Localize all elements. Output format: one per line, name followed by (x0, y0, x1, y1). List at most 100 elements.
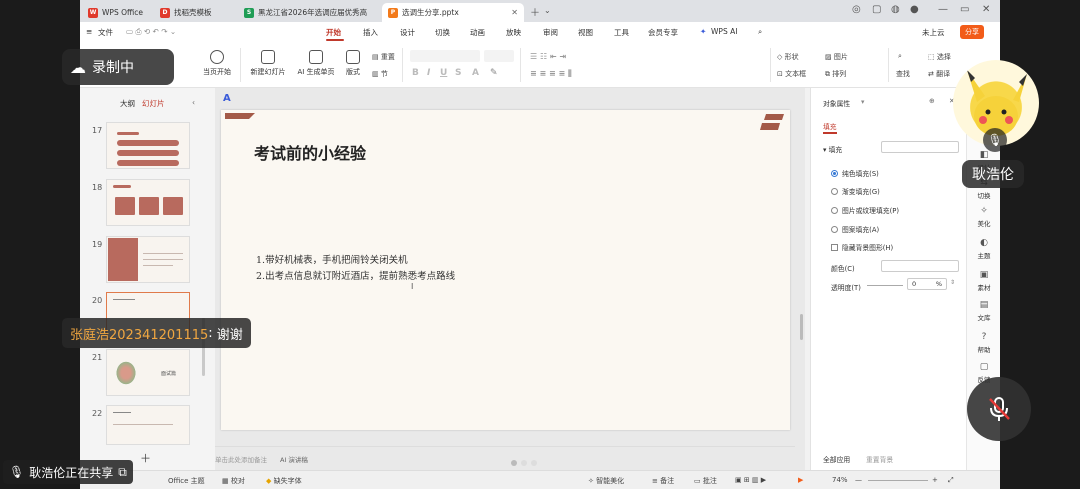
editor-scrollbar[interactable] (800, 314, 803, 340)
play-slideshow-icon[interactable]: ▶ (798, 476, 803, 484)
picture-button[interactable]: ▨ 图片 (825, 52, 848, 62)
add-slide-icon[interactable]: ＋ (140, 450, 151, 466)
theme-status[interactable]: Office 主题 (168, 476, 205, 486)
apply-all-button[interactable]: 全部应用 (823, 454, 850, 464)
zoom-out-icon[interactable]: — (855, 476, 862, 484)
zoom-level[interactable]: 74% (832, 476, 848, 484)
align-icons[interactable]: ≡ ≡ ≡ ≡ ⫼ (530, 69, 572, 79)
zoom-slider[interactable] (868, 480, 928, 481)
clock-icon[interactable]: ◎ (852, 4, 861, 15)
menu-animation[interactable]: 动画 (470, 27, 485, 38)
menu-wps-ai[interactable]: WPS AI (711, 27, 737, 36)
search-ribbon-icon[interactable]: ⌕ (898, 52, 902, 61)
font-size-dropdown[interactable] (484, 50, 514, 62)
missing-font-button[interactable]: ◆ 缺失字体 (266, 476, 302, 486)
highlight-icon[interactable]: ✎ (490, 68, 498, 78)
user-avatar-icon[interactable]: ● (910, 4, 919, 15)
ai-notes-button[interactable]: AI 演讲稿 (280, 454, 308, 464)
option-solid-fill[interactable]: 纯色填充(S) (831, 168, 879, 178)
select-button[interactable]: ⬚ 选择 (928, 52, 951, 62)
notes-toggle-button[interactable]: ≡ 备注 (652, 476, 674, 486)
option-picture-fill[interactable]: 图片或纹理填充(P) (831, 205, 899, 215)
arrange-button[interactable]: ⧉ 排列 (825, 69, 846, 79)
reset-button[interactable]: ▤ 重置 (372, 52, 395, 62)
share-button[interactable]: 分享 (960, 25, 984, 39)
tab-slides[interactable]: 幻灯片 (142, 98, 165, 109)
panel-dropdown-icon[interactable]: ▾ (861, 98, 864, 106)
menu-file[interactable]: 文件 (98, 27, 113, 38)
menu-tools[interactable]: 工具 (614, 27, 629, 38)
tab-docer[interactable]: D 找稻壳模板 (154, 3, 236, 22)
shape-button[interactable]: ◇ 形状 (777, 52, 799, 62)
slide-thumbnail-21[interactable]: 面试篇 (106, 349, 190, 396)
sidebar-help[interactable]: ? 帮助 (967, 332, 1000, 354)
view-mode-icons[interactable]: ▣ ⊞ ▥ ▶ (735, 476, 766, 484)
play-from-current-button[interactable]: 当页开始 (198, 50, 236, 77)
stepper-icon[interactable]: ⇕ (950, 279, 955, 286)
tab-spreadsheet[interactable]: S 黑龙江省2026年选调应届优秀高 (238, 3, 380, 22)
new-tab-icon[interactable]: ＋ (530, 4, 540, 19)
sidebar-material[interactable]: ▣ 素材 (967, 270, 1000, 292)
ai-assistant-icon[interactable]: A (223, 93, 231, 104)
fill-type-dropdown[interactable] (881, 141, 959, 153)
current-slide[interactable]: 考试前的小经验 1.带好机械表，手机把闹铃关闭关机 2.出考点信息就订附近酒店，… (221, 110, 790, 430)
slide-thumbnail-22[interactable] (106, 405, 190, 445)
smart-beautify-button[interactable]: ✧ 智能美化 (588, 476, 624, 486)
option-pattern-fill[interactable]: 图案填充(A) (831, 224, 879, 234)
collapse-panel-icon[interactable]: ‹ (192, 98, 195, 107)
zoom-in-icon[interactable]: + (932, 476, 938, 484)
minimize-icon[interactable]: — (938, 4, 948, 15)
section-button[interactable]: ▥ 节 (372, 69, 388, 79)
bold-icon[interactable]: B (412, 68, 419, 78)
menu-member[interactable]: 会员专享 (648, 27, 678, 38)
find-button[interactable]: 查找 (896, 69, 910, 79)
search-icon[interactable]: ⌕ (758, 27, 762, 37)
cloud-status[interactable]: 未上云 (922, 27, 945, 38)
bullet-list-icon[interactable]: ☰ ☷ ⇤ ⇥ (530, 52, 566, 61)
menu-slideshow[interactable]: 放映 (506, 27, 521, 38)
proofread-button[interactable]: ▦ 校对 (222, 476, 245, 486)
window-close-icon[interactable]: ✕ (982, 4, 990, 15)
slide-thumbnail-18[interactable] (106, 179, 190, 226)
menu-review[interactable]: 审阅 (543, 27, 558, 38)
italic-icon[interactable]: I (427, 68, 430, 78)
option-gradient-fill[interactable]: 渐变填充(G) (831, 186, 880, 196)
window-icon[interactable]: ▢ (872, 4, 881, 15)
menu-hamburger-icon[interactable]: ≡ (86, 27, 92, 36)
restore-icon[interactable]: ▭ (960, 4, 969, 15)
reset-background-button[interactable]: 重置背景 (866, 454, 893, 464)
sidebar-library[interactable]: ▤ 文库 (967, 300, 1000, 322)
mute-mic-button[interactable] (967, 377, 1031, 441)
new-slide-button[interactable]: 新建幻灯片 (246, 50, 290, 77)
menu-home[interactable]: 开始 (326, 27, 341, 38)
slide-bullet-1[interactable]: 1.带好机械表，手机把闹铃关闭关机 (256, 252, 408, 266)
close-icon[interactable]: ✕ (511, 8, 518, 17)
notes-placeholder[interactable]: 单击此处添加备注 (215, 454, 267, 464)
menu-design[interactable]: 设计 (400, 27, 415, 38)
slide-thumbnail-19[interactable] (106, 236, 190, 283)
quick-access-icons[interactable]: ▭ ⎙ ⟲ ↶ ↷ ⌄ (126, 27, 176, 37)
recording-indicator[interactable]: ☁ 录制中 (62, 49, 174, 85)
menu-insert[interactable]: 插入 (363, 27, 378, 38)
pin-icon[interactable]: ⊕ (929, 97, 935, 105)
strikethrough-icon[interactable]: S (455, 68, 461, 78)
menu-transition[interactable]: 切换 (435, 27, 450, 38)
underline-icon[interactable]: U (440, 68, 447, 78)
font-name-dropdown[interactable] (410, 50, 480, 62)
comments-button[interactable]: ▭ 批注 (694, 476, 717, 486)
layout-button[interactable]: 版式 (340, 50, 366, 77)
tab-fill[interactable]: 填充 (823, 121, 837, 131)
translate-button[interactable]: ⇄ 翻译 (928, 69, 950, 79)
transparency-input[interactable]: 0% (907, 278, 947, 290)
tab-outline[interactable]: 大纲 (120, 98, 135, 109)
color-dropdown[interactable] (881, 260, 959, 272)
font-color-icon[interactable]: A (472, 68, 479, 78)
transparency-slider[interactable] (867, 285, 903, 286)
tab-wps-office[interactable]: W WPS Office (82, 3, 152, 22)
menu-view[interactable]: 视图 (578, 27, 593, 38)
slide-title[interactable]: 考试前的小经验 (254, 140, 366, 164)
ai-single-page-button[interactable]: AI 生成单页 (294, 50, 338, 77)
chevron-down-icon[interactable]: ⌄ (544, 6, 551, 15)
textbox-button[interactable]: ⊡ 文本框 (777, 69, 806, 79)
sidebar-beautify[interactable]: ✧ 美化 (967, 206, 1000, 228)
